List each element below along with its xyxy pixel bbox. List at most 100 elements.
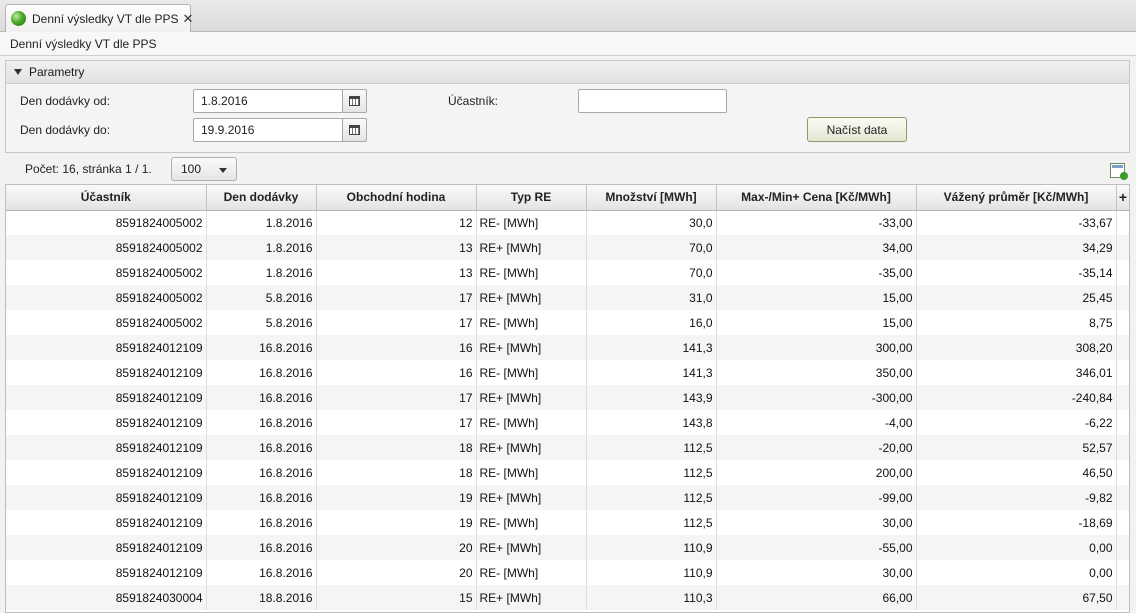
cell-quantity: 112,5 (586, 460, 717, 485)
cell-trading-hour: 20 (316, 560, 477, 585)
cell-quantity: 141,3 (586, 335, 717, 360)
cell-max-min-price: 66,00 (716, 585, 917, 610)
cell-delivery-day: 16.8.2016 (206, 510, 317, 535)
participant-input[interactable] (578, 89, 727, 113)
cell-trading-hour: 17 (316, 410, 477, 435)
parameters-header[interactable]: Parametry (6, 61, 1129, 84)
cell-participant: 8591824012109 (6, 485, 207, 510)
cell-max-min-price: -20,00 (716, 435, 917, 460)
close-icon[interactable]: ✕ (183, 11, 194, 27)
cell-re-type: RE+ [MWh] (476, 485, 587, 510)
cell-quantity: 143,8 (586, 410, 717, 435)
cell-participant: 8591824030004 (6, 585, 207, 610)
cell-max-min-price: 30,00 (716, 510, 917, 535)
table-row[interactable]: 8591824030004 18.8.2016 15 RE+ [MWh] 110,3 66… (6, 585, 1129, 610)
cell-participant: 8591824005002 (6, 235, 207, 260)
cell-trading-hour: 15 (316, 585, 477, 610)
cell-trading-hour: 16 (316, 360, 477, 385)
cell-max-min-price: 15,00 (716, 310, 917, 335)
table-row[interactable]: 8591824012109 16.8.2016 16 RE- [MWh] 141,3 35… (6, 360, 1129, 385)
cell-re-type: RE- [MWh] (476, 310, 587, 335)
table-row[interactable]: 8591824012109 16.8.2016 17 RE- [MWh] 143,8 -4… (6, 410, 1129, 435)
table-row[interactable]: 8591824005002 1.8.2016 12 RE- [MWh] 30,0 -33,… (6, 210, 1129, 235)
export-excel-icon[interactable] (1110, 163, 1128, 180)
parameters-panel: Parametry (5, 60, 1130, 153)
column-header-quantity[interactable]: Množství [MWh] (586, 185, 717, 211)
table-row[interactable]: 8591824012109 16.8.2016 19 RE- [MWh] 112,5 30… (6, 510, 1129, 535)
table-row[interactable]: 8591824005002 1.8.2016 13 RE+ [MWh] 70,0 34,0… (6, 235, 1129, 260)
cell-max-min-price: 34,00 (716, 235, 917, 260)
cell-weighted-average: 0,00 (916, 535, 1117, 560)
cell-weighted-average: -18,69 (916, 510, 1117, 535)
load-data-button[interactable]: Načíst data (807, 117, 907, 142)
column-header-re-type[interactable]: Typ RE (476, 185, 587, 211)
cell-weighted-average: 0,00 (916, 560, 1117, 585)
date-from-input[interactable]: 1.8.2016 (193, 89, 343, 113)
table-row[interactable]: 8591824012109 16.8.2016 18 RE+ [MWh] 112,5 -2… (6, 435, 1129, 460)
cell-re-type: RE- [MWh] (476, 260, 587, 285)
cell-trading-hour: 16 (316, 335, 477, 360)
cell-weighted-average: 67,50 (916, 585, 1117, 610)
row-spacer (1116, 285, 1129, 310)
column-header-trading-hour[interactable]: Obchodní hodina (316, 185, 477, 211)
cell-quantity: 70,0 (586, 260, 717, 285)
chevron-down-icon (219, 168, 227, 173)
tab-denni-vysledky[interactable]: Denní výsledky VT dle PPS ✕ (5, 4, 194, 32)
cell-quantity: 30,0 (586, 210, 717, 235)
cell-max-min-price: 300,00 (716, 335, 917, 360)
column-header-weighted-average[interactable]: Vážený průměr [Kč/MWh] (916, 185, 1117, 211)
cell-max-min-price: 200,00 (716, 460, 917, 485)
cell-trading-hour: 17 (316, 385, 477, 410)
cell-delivery-day: 18.8.2016 (206, 585, 317, 610)
table-row[interactable]: 8591824012109 16.8.2016 18 RE- [MWh] 112,5 20… (6, 460, 1129, 485)
cell-delivery-day: 16.8.2016 (206, 410, 317, 435)
date-to-calendar-button[interactable] (342, 118, 367, 142)
cell-weighted-average: 34,29 (916, 235, 1117, 260)
cell-delivery-day: 16.8.2016 (206, 435, 317, 460)
page-size-select[interactable]: 100 (171, 157, 237, 181)
table-header-row: Účastník Den dodávky Obchodní hodina Typ… (6, 185, 1129, 211)
column-header-delivery-day[interactable]: Den dodávky (206, 185, 317, 211)
cell-delivery-day: 16.8.2016 (206, 385, 317, 410)
table-row[interactable]: 8591824005002 5.8.2016 17 RE- [MWh] 16,0 15,0… (6, 310, 1129, 335)
cell-participant: 8591824012109 (6, 510, 207, 535)
cell-delivery-day: 5.8.2016 (206, 310, 317, 335)
cell-re-type: RE+ [MWh] (476, 285, 587, 310)
table-row[interactable]: 8591824012109 16.8.2016 16 RE+ [MWh] 141,3 30… (6, 335, 1129, 360)
cell-weighted-average: 308,20 (916, 335, 1117, 360)
column-header-participant[interactable]: Účastník (6, 185, 207, 211)
cell-quantity: 112,5 (586, 510, 717, 535)
table-row[interactable]: 8591824012109 16.8.2016 19 RE+ [MWh] 112,5 -9… (6, 485, 1129, 510)
column-header-max-min-price[interactable]: Max-/Min+ Cena [Kč/MWh] (716, 185, 917, 211)
table-row[interactable]: 8591824012109 16.8.2016 17 RE+ [MWh] 143,9 -3… (6, 385, 1129, 410)
cell-delivery-day: 1.8.2016 (206, 235, 317, 260)
table-row[interactable]: 8591824005002 5.8.2016 17 RE+ [MWh] 31,0 15,0… (6, 285, 1129, 310)
cell-delivery-day: 16.8.2016 (206, 335, 317, 360)
table-row[interactable]: 8591824005002 1.8.2016 13 RE- [MWh] 70,0 -35,… (6, 260, 1129, 285)
date-from-calendar-button[interactable] (342, 89, 367, 113)
cell-re-type: RE- [MWh] (476, 410, 587, 435)
cell-weighted-average: -240,84 (916, 385, 1117, 410)
cell-delivery-day: 16.8.2016 (206, 535, 317, 560)
cell-max-min-price: 350,00 (716, 360, 917, 385)
cell-participant: 8591824005002 (6, 260, 207, 285)
tab-label: Denní výsledky VT dle PPS (32, 11, 179, 26)
page-size-value: 100 (181, 162, 202, 176)
add-column-button[interactable]: + (1116, 185, 1129, 211)
row-spacer (1116, 260, 1129, 285)
row-spacer (1116, 585, 1129, 610)
collapse-triangle-icon[interactable] (14, 69, 22, 75)
cell-quantity: 112,5 (586, 435, 717, 460)
cell-trading-hour: 13 (316, 260, 477, 285)
cell-quantity: 110,9 (586, 560, 717, 585)
table-row[interactable]: 8591824012109 16.8.2016 20 RE+ [MWh] 110,9 -5… (6, 535, 1129, 560)
cell-participant: 8591824012109 (6, 360, 207, 385)
cell-quantity: 110,9 (586, 535, 717, 560)
table-row[interactable]: 8591824012109 16.8.2016 20 RE- [MWh] 110,9 30… (6, 560, 1129, 585)
date-to-input[interactable]: 19.9.2016 (193, 118, 343, 142)
cell-re-type: RE- [MWh] (476, 510, 587, 535)
cell-participant: 8591824012109 (6, 335, 207, 360)
cell-re-type: RE- [MWh] (476, 460, 587, 485)
row-spacer (1116, 535, 1129, 560)
cell-trading-hour: 18 (316, 435, 477, 460)
